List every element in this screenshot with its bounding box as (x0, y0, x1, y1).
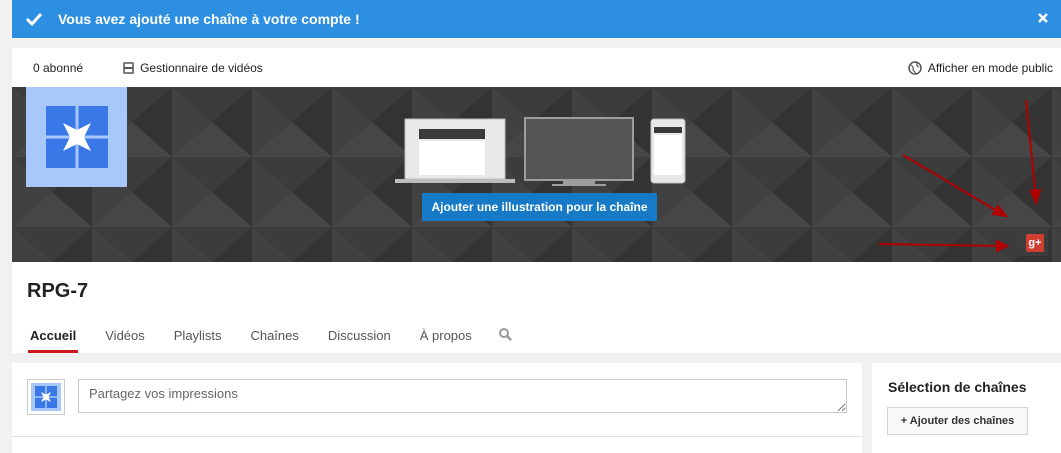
globe-icon (908, 60, 922, 75)
close-icon[interactable] (1035, 10, 1051, 26)
notification-message: Vous avez ajouté une chaîne à votre comp… (58, 11, 360, 27)
share-box (12, 363, 862, 453)
divider (12, 436, 862, 437)
channel-avatar[interactable] (26, 87, 127, 187)
share-input[interactable] (78, 379, 847, 413)
video-manager-icon (123, 61, 134, 74)
channel-tabs: Accueil Vidéos Playlists Chaînes Discuss… (28, 322, 512, 353)
video-manager-link[interactable]: Gestionnaire de vidéos (123, 61, 263, 75)
user-avatar (27, 379, 65, 415)
devices-illustration (395, 117, 686, 186)
tab-playlists[interactable]: Playlists (172, 322, 224, 353)
tab-a-propos[interactable]: À propos (418, 322, 474, 353)
google-plus-icon: g+ (1026, 234, 1044, 252)
notification-bar: Vous avez ajouté une chaîne à votre comp… (12, 0, 1061, 38)
add-channel-art-button[interactable]: Ajouter une illustration pour la chaîne (422, 193, 657, 221)
channel-banner: Ajouter une illustration pour la chaîne … (12, 87, 1061, 262)
channel-header: RPG-7 Accueil Vidéos Playlists Chaînes D… (12, 262, 1061, 353)
tab-accueil[interactable]: Accueil (28, 322, 79, 353)
channel-top-bar: 0 abonné Gestionnaire de vidéos Afficher… (12, 48, 1061, 87)
subscriber-count: 0 abonné (33, 60, 84, 75)
public-view-link[interactable]: Afficher en mode public (908, 61, 1053, 75)
video-manager-label: Gestionnaire de vidéos (140, 60, 263, 75)
public-view-label: Afficher en mode public (927, 60, 1053, 75)
add-channels-button[interactable]: + Ajouter des chaînes (887, 407, 1028, 435)
channel-avatar-icon (45, 106, 108, 168)
featured-channels-panel: Sélection de chaînes + Ajouter des chaîn… (872, 363, 1061, 453)
check-icon (25, 12, 43, 27)
tab-chaines[interactable]: Chaînes (248, 322, 300, 353)
featured-channels-title: Sélection de chaînes (888, 379, 1027, 395)
channel-name: RPG-7 (27, 280, 89, 302)
tab-discussion[interactable]: Discussion (326, 322, 393, 353)
tab-videos[interactable]: Vidéos (103, 322, 147, 353)
google-plus-link[interactable]: g+ (1022, 230, 1048, 256)
user-avatar-icon (35, 386, 57, 408)
channel-search-button[interactable] (498, 322, 512, 353)
search-icon (498, 328, 512, 341)
